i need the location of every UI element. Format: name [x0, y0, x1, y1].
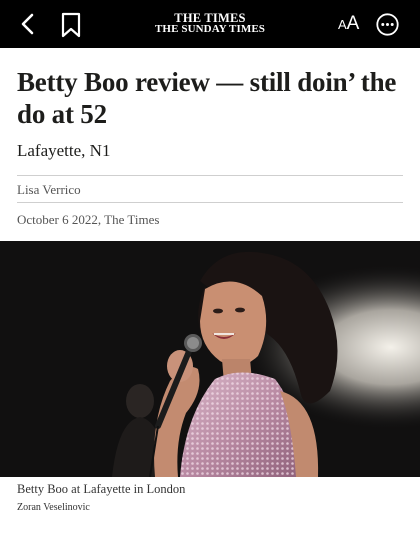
masthead-line-2: THE SUNDAY TIMES [154, 23, 265, 35]
font-size-button[interactable]: AA [338, 14, 359, 35]
divider [17, 175, 403, 176]
more-horizontal-icon [376, 13, 399, 36]
bookmark-button[interactable] [60, 12, 82, 38]
publish-date-source: October 6 2022, The Times [17, 212, 160, 227]
more-options-button[interactable] [376, 13, 399, 36]
article-standfirst: Lafayette, N1 [17, 141, 111, 160]
top-toolbar: THE TIMES THE SUNDAY TIMES AA [0, 0, 420, 48]
back-button[interactable] [16, 12, 40, 36]
photo-credit: Zoran Veselinovic [17, 502, 90, 513]
chevron-left-icon [21, 13, 34, 35]
divider [17, 202, 403, 203]
photo-caption: Betty Boo at Lafayette in London [17, 482, 186, 496]
font-size-large-glyph: A [346, 13, 360, 34]
concert-photo-illustration [0, 241, 420, 477]
article-headline: Betty Boo review — still doin’ the do at… [17, 67, 397, 129]
author-byline[interactable]: Lisa Verrico [17, 182, 81, 198]
article-photo[interactable] [0, 241, 420, 477]
times-masthead-logo: THE TIMES THE SUNDAY TIMES [150, 12, 270, 39]
font-size-small-glyph: A [338, 17, 347, 32]
bookmark-icon [61, 12, 81, 38]
